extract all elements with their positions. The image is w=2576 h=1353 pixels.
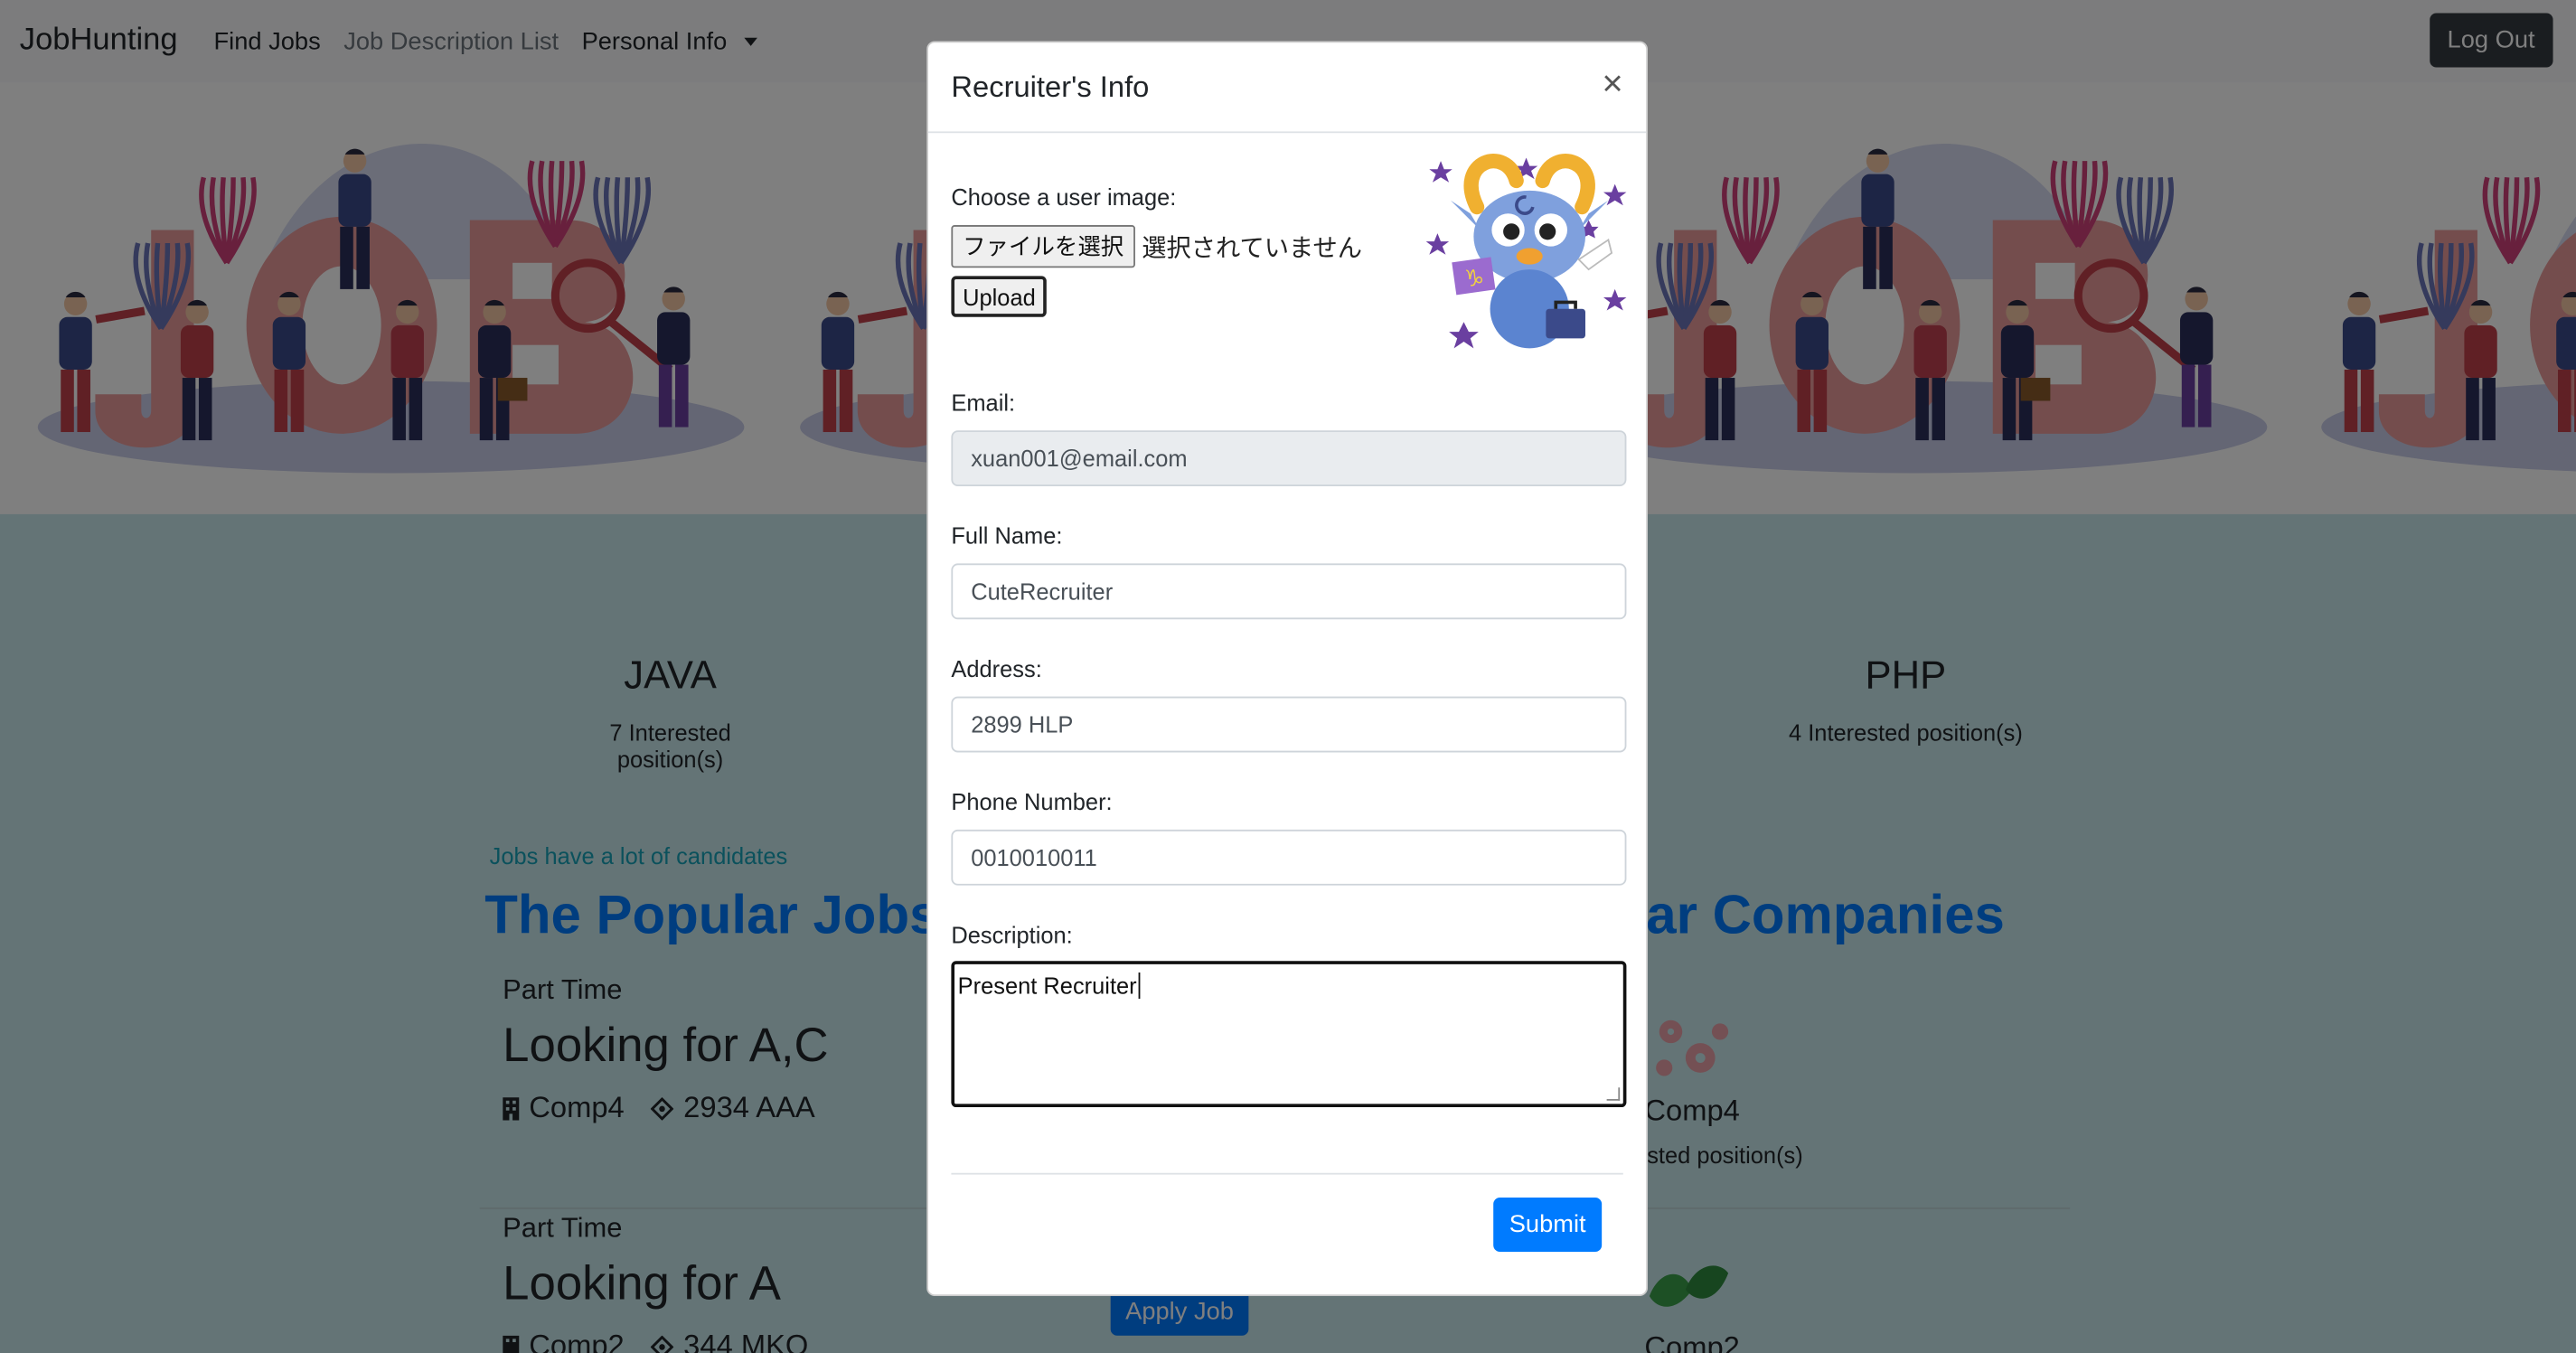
close-icon[interactable]: × xyxy=(1602,65,1622,102)
phone-label: Phone Number: xyxy=(951,788,1113,815)
user-avatar: ♑ xyxy=(1425,154,1627,349)
file-status: 選択されていません xyxy=(1142,234,1362,263)
phone-field[interactable]: 0010010011 xyxy=(951,829,1627,886)
resize-handle-icon[interactable] xyxy=(1606,1087,1621,1101)
choose-file-button[interactable]: ファイルを選択 xyxy=(951,225,1135,268)
modal-footer-divider xyxy=(951,1172,1623,1175)
image-label: Choose a user image: xyxy=(951,183,1177,211)
description-textarea[interactable]: Present Recruiter xyxy=(951,961,1627,1108)
description-label: Description: xyxy=(951,921,1073,948)
description-text: Present Recruiter xyxy=(957,972,1137,1000)
submit-button[interactable]: Submit xyxy=(1493,1198,1603,1253)
upload-button[interactable]: Upload xyxy=(951,276,1048,317)
email-field: xuan001@email.com xyxy=(951,430,1627,487)
address-field[interactable]: 2899 HLP xyxy=(951,696,1627,753)
text-cursor xyxy=(1138,972,1141,1000)
address-label: Address: xyxy=(951,655,1042,682)
svg-text:♑: ♑ xyxy=(1463,264,1484,291)
modal-header: Recruiter's Info xyxy=(927,42,1647,134)
email-label: Email: xyxy=(951,389,1016,416)
fullname-field[interactable]: CuteRecruiter xyxy=(951,563,1627,620)
fullname-label: Full Name: xyxy=(951,521,1063,550)
modal-title: Recruiter's Info xyxy=(951,70,1150,103)
recruiter-info-modal: Recruiter's Info × Choose a user image: … xyxy=(926,41,1649,1297)
